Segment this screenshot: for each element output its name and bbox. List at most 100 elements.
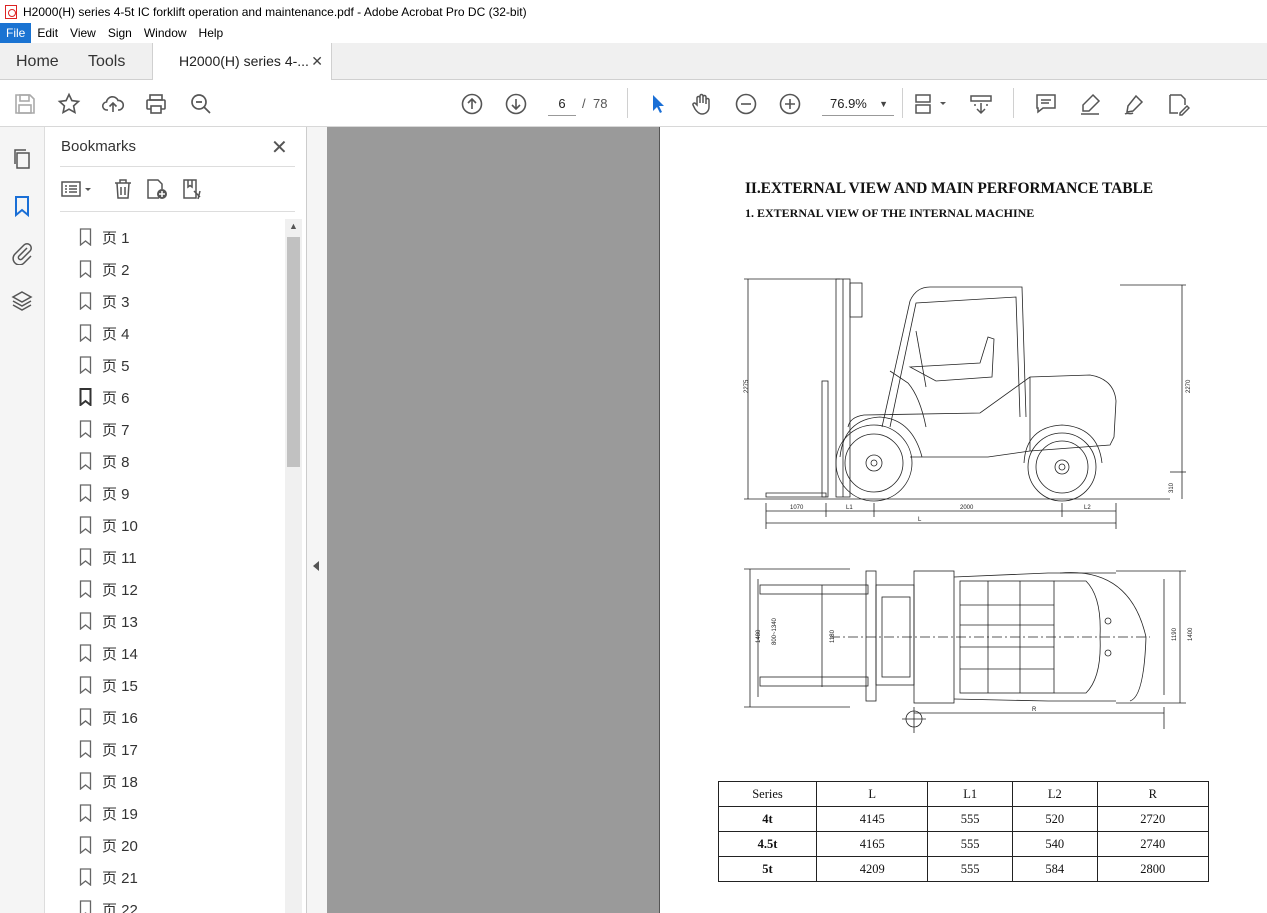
select-cursor-icon[interactable] [646, 92, 670, 116]
bookmark-item[interactable]: 页 14 [45, 637, 285, 669]
attachment-paperclip-icon[interactable] [10, 241, 34, 266]
bookmark-item[interactable]: 页 10 [45, 509, 285, 541]
bookmark-label: 页 6 [102, 389, 130, 407]
scroll-mode-icon[interactable] [969, 92, 993, 116]
bookmark-label: 页 17 [102, 741, 138, 759]
menu-file[interactable]: File [0, 23, 32, 43]
rear-tread-label: 1190 [1172, 627, 1178, 641]
zoom-in-icon[interactable] [778, 92, 802, 116]
front-tread-label: 1180 [830, 629, 836, 643]
previous-page-icon[interactable] [460, 92, 484, 116]
bookmark-icon [79, 740, 92, 758]
menu-sign[interactable]: Sign [102, 23, 138, 43]
bookmark-label: 页 9 [102, 485, 130, 503]
scrollbar-thumb[interactable] [287, 237, 300, 467]
new-bookmark-icon[interactable] [145, 177, 169, 201]
comment-icon[interactable] [1034, 92, 1058, 116]
hand-tool-icon[interactable] [690, 92, 714, 116]
panel-splitter[interactable] [307, 127, 327, 913]
bookmark-item[interactable]: 页 21 [45, 861, 285, 893]
bookmark-item[interactable]: 页 20 [45, 829, 285, 861]
bookmarks-panel: Bookmarks ✕ 页 1 页 2 页 3页 4页 5 页 6 页 7页 8 页 9 页… [45, 127, 307, 913]
bookmark-item[interactable]: 页 9 [45, 477, 285, 509]
close-panel-icon[interactable]: ✕ [271, 135, 288, 160]
tab-tools[interactable]: Tools [88, 43, 125, 80]
menu-view[interactable]: View [64, 23, 102, 43]
bookmark-icon [79, 900, 92, 913]
bookmark-item[interactable]: 页 3 [45, 285, 285, 317]
l2-label: L2 [1084, 505, 1091, 511]
draw-pen-icon[interactable] [1122, 92, 1146, 116]
table-cell: 555 [927, 856, 1013, 882]
bookmark-item[interactable]: 页 1 [45, 221, 285, 253]
bookmark-options-icon[interactable] [60, 177, 96, 201]
bookmark-label: 页 1 [102, 229, 130, 247]
bookmark-icon [79, 772, 92, 790]
upload-cloud-icon[interactable] [101, 92, 125, 116]
bookmark-item[interactable]: 页 13 [45, 605, 285, 637]
table-header-cell: R [1096, 781, 1210, 807]
bookmark-item[interactable]: 页 22 [45, 893, 285, 913]
zoom-search-icon[interactable] [189, 92, 213, 116]
bookmark-icon [79, 356, 92, 374]
radius-label: R [1032, 707, 1037, 713]
tab-home[interactable]: Home [16, 43, 59, 80]
highlight-pen-icon[interactable] [1078, 92, 1102, 116]
page-heading: II.EXTERNAL VIEW AND MAIN PERFORMANCE TA… [745, 180, 1153, 197]
close-tab-icon[interactable]: ✕ [311, 43, 323, 80]
next-page-icon[interactable] [504, 92, 528, 116]
star-icon[interactable] [57, 92, 81, 116]
scroll-up-arrow-icon[interactable]: ▲ [285, 221, 302, 235]
toolbar-divider [902, 88, 903, 118]
bookmark-item[interactable]: 页 11 [45, 541, 285, 573]
bookmark-item[interactable]: 页 8 [45, 445, 285, 477]
page-number-input[interactable]: 6 [548, 92, 576, 116]
table-cell: 4145 [815, 806, 929, 832]
menu-help[interactable]: Help [193, 23, 230, 43]
table-header-cell: L [815, 781, 929, 807]
delete-bookmark-icon[interactable] [111, 177, 135, 201]
total-pages: 78 [593, 96, 608, 111]
acrobat-app-icon [5, 4, 17, 19]
fill-sign-icon[interactable] [1166, 92, 1191, 116]
bookmarks-scrollbar[interactable]: ▲ [285, 219, 302, 913]
zoom-out-icon[interactable] [734, 92, 758, 116]
toolbar-divider [1013, 88, 1014, 118]
find-bookmark-icon[interactable] [180, 177, 204, 201]
bookmark-item[interactable]: 页 15 [45, 669, 285, 701]
toolbar: 6 / 78 76.9% ▼ [0, 80, 1267, 127]
bookmark-item[interactable]: 页 7 [45, 413, 285, 445]
bookmark-item[interactable]: 页 4 [45, 317, 285, 349]
menu-window[interactable]: Window [138, 23, 193, 43]
bookmark-label: 页 2 [102, 261, 130, 279]
table-cell: 2800 [1096, 856, 1210, 882]
zoom-level-select[interactable]: 76.9% ▼ [822, 92, 894, 116]
print-icon[interactable] [144, 92, 168, 116]
fork-spread-label: 800~1340 [772, 617, 778, 645]
bookmark-icon [79, 324, 92, 342]
fork-length-label: 1070 [790, 505, 804, 511]
bookmark-label: 页 13 [102, 613, 138, 631]
pages-thumbnail-icon[interactable] [10, 147, 34, 171]
bookmark-item[interactable]: 页 19 [45, 797, 285, 829]
tab-document[interactable]: H2000(H) series 4-... ✕ [152, 43, 332, 81]
table-row: 5t 4209 555 584 2800 [718, 856, 1210, 882]
collapse-panel-arrow-icon[interactable] [313, 561, 319, 571]
bookmark-item[interactable]: 页 12 [45, 573, 285, 605]
bookmark-item[interactable]: 页 16 [45, 701, 285, 733]
layers-icon[interactable] [10, 289, 34, 313]
save-icon[interactable] [13, 92, 37, 116]
table-cell-series: 4t [718, 806, 817, 832]
bookmark-item[interactable]: 页 6 [45, 381, 285, 413]
fit-page-icon[interactable] [914, 92, 948, 116]
tab-bar: Home Tools H2000(H) series 4-... ✕ [0, 43, 1267, 81]
menu-edit[interactable]: Edit [31, 23, 64, 43]
bookmark-item[interactable]: 页 17 [45, 733, 285, 765]
bookmarks-panel-title: Bookmarks [61, 138, 137, 155]
bookmark-panel-icon[interactable] [10, 194, 34, 218]
bookmark-item[interactable]: 页 5 [45, 349, 285, 381]
bookmark-item[interactable]: 页 18 [45, 765, 285, 797]
table-cell: 540 [1011, 831, 1098, 857]
table-cell: 584 [1011, 856, 1098, 882]
bookmark-item[interactable]: 页 2 [45, 253, 285, 285]
